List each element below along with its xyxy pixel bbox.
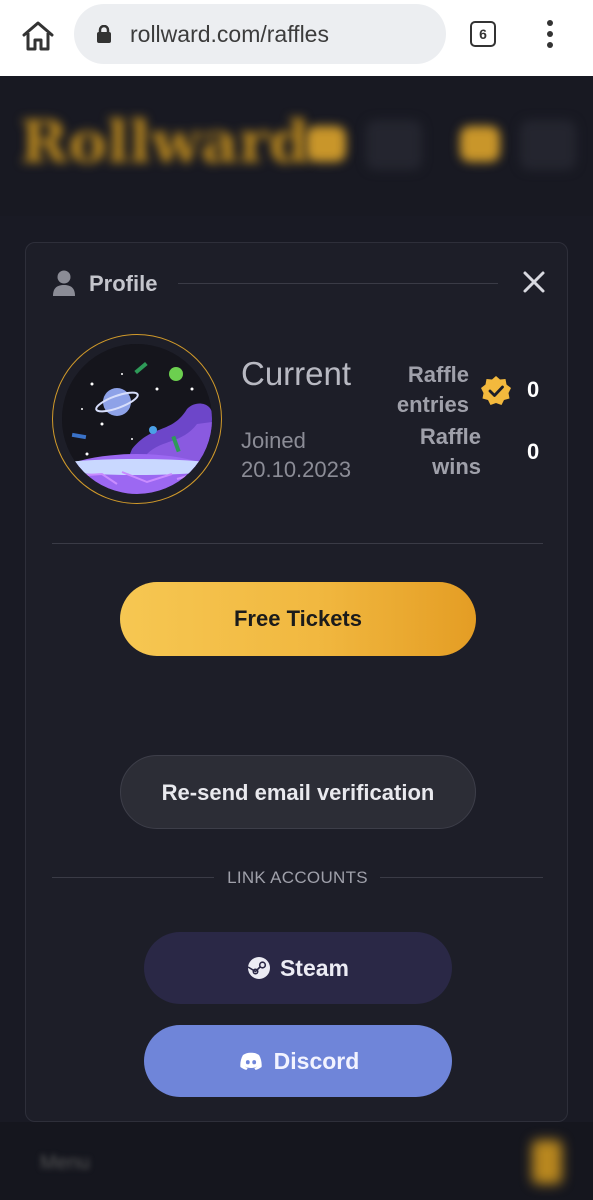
joined-label: Joined (241, 428, 306, 453)
link-accounts-label: LINK ACCOUNTS (227, 868, 368, 887)
more-menu-icon[interactable] (540, 16, 560, 56)
steam-icon (247, 957, 270, 979)
discord-link-button[interactable]: Discord (144, 1025, 452, 1097)
address-bar[interactable]: rollward.com/raffles (74, 4, 446, 64)
bottom-bar-label: Menu (40, 1152, 91, 1174)
steam-link-button[interactable]: Steam (144, 932, 452, 1004)
discord-label: Discord (273, 1047, 360, 1074)
modal-title: Profile (89, 271, 158, 296)
site-logo: Rollward (20, 108, 310, 176)
url-text[interactable]: rollward.com/raffles (130, 21, 329, 48)
avatar-image (62, 344, 212, 494)
header-button (366, 120, 422, 170)
avatar (52, 334, 222, 504)
joined-date: 20.10.2023 (241, 457, 352, 482)
site-header: Rollward (0, 76, 593, 216)
modal-header: Profile (26, 243, 567, 323)
discord-icon (239, 1052, 262, 1070)
lock-icon (97, 25, 111, 43)
profile-modal: Profile Current Joined 20.10.2023 Raffle… (25, 242, 568, 1122)
profile-divider (52, 543, 543, 544)
close-icon[interactable] (522, 270, 546, 294)
raffle-entries-value: 0 (527, 377, 540, 402)
link-accounts-divider: LINK ACCOUNTS (52, 867, 543, 889)
divider-line (380, 877, 543, 878)
raffle-entries-label: Raffle entries (396, 362, 469, 417)
steam-label: Steam (279, 954, 350, 981)
username: Current (241, 355, 352, 392)
verified-badge-icon (481, 376, 511, 405)
header-divider (178, 283, 498, 284)
tab-switcher-button[interactable]: 6 (470, 21, 496, 47)
free-tickets-button[interactable]: Free Tickets (120, 582, 476, 656)
header-button (520, 120, 576, 170)
raffle-wins-value: 0 (527, 439, 540, 464)
resend-verification-button[interactable]: Re-send email verification (120, 755, 476, 829)
user-icon (53, 270, 75, 296)
raffle-wins-label: Raffle wins (419, 424, 481, 479)
bottom-bar-icon (532, 1140, 562, 1184)
home-icon[interactable] (18, 16, 58, 56)
coin-icon (460, 126, 500, 162)
site-bottom-bar: Menu (0, 1122, 593, 1200)
browser-toolbar: rollward.com/raffles 6 (0, 0, 593, 76)
space-avatar-illustration (62, 344, 212, 494)
coin-icon (306, 126, 346, 162)
